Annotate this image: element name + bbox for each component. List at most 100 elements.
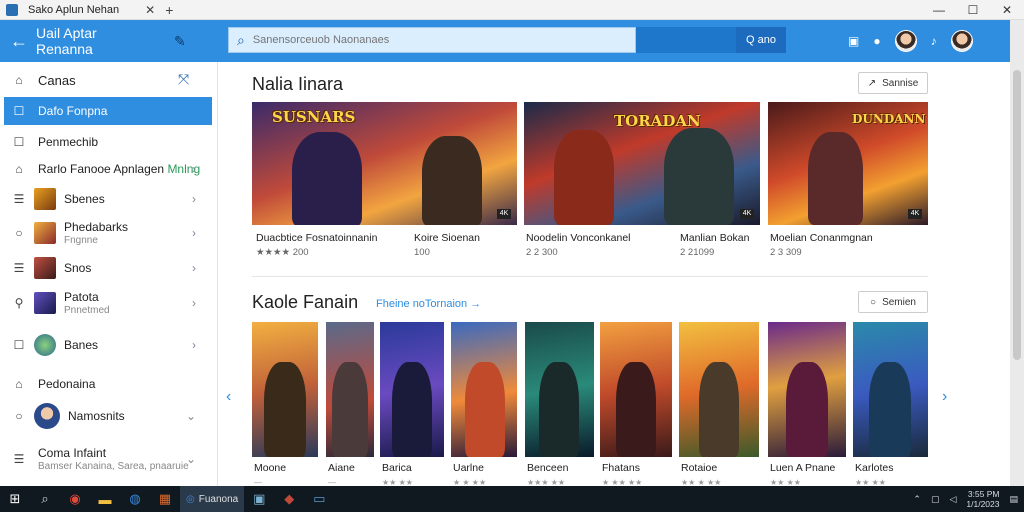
sidebar-item-patota[interactable]: ⚲ Patota Pnnetmed › — [4, 290, 212, 316]
featured-card[interactable]: SUSNARS 4K Duacbtice Fosnatoinnanin ★★★★… — [252, 102, 517, 262]
game-poster — [380, 322, 444, 457]
game-card[interactable]: Karlotes ★★ ★★ — [853, 322, 928, 487]
chat-icon: ○ — [15, 409, 23, 423]
chevron-right-icon: › — [192, 192, 196, 206]
game-poster — [679, 322, 759, 457]
page-scrollbar[interactable] — [1010, 20, 1024, 486]
start-menu-icon[interactable]: ⊞ — [0, 491, 30, 507]
search-bar[interactable]: ⌕ — [228, 27, 636, 53]
notification-icon[interactable]: ● — [873, 34, 880, 48]
search-button[interactable]: Q ano — [736, 27, 786, 53]
game-card[interactable]: Uarlne ★ ★ ★★ — [451, 322, 517, 487]
sidebar-item-sbenes[interactable]: ☰ Sbenes › — [4, 187, 212, 211]
game-card[interactable]: Rotaioe ★★ ★ ★★ — [679, 322, 759, 487]
hero-figure — [786, 362, 828, 457]
game-title: Karlotes — [855, 462, 894, 474]
game-thumbnail — [34, 257, 56, 279]
game-thumbnail — [34, 334, 56, 356]
sidebar-item-featured[interactable]: ☐ Dafo Fonpna — [4, 97, 212, 125]
featured-see-all-button[interactable]: ↗ Sannise — [858, 72, 928, 94]
minimize-button[interactable]: — — [922, 0, 956, 20]
back-arrow-icon[interactable]: ← — [10, 31, 28, 52]
sidebar-item-penmechib[interactable]: ☐ Penmechib — [4, 132, 212, 152]
hero-figure — [699, 362, 739, 457]
search-icon: ⌕ — [237, 31, 245, 48]
carousel-prev-icon[interactable]: ‹ — [226, 388, 231, 406]
user-avatar[interactable] — [950, 30, 973, 52]
game-thumbnail — [34, 188, 56, 210]
bell-icon[interactable]: ♪ — [931, 34, 937, 48]
game-title: Moelian Conanmgnan — [770, 232, 873, 244]
friend-avatar[interactable] — [894, 30, 917, 52]
hero-figure — [664, 128, 734, 225]
filter-link[interactable]: Fheine noTornaion → — [376, 298, 481, 310]
sidebar-item-snos[interactable]: ☰ Snos › — [4, 256, 212, 280]
search-input[interactable] — [252, 34, 613, 46]
hero-figure — [539, 362, 579, 457]
taskbar: ⊞ ⌕ ◉ ▬ ◍ ▦ ◎ Fuanona ▣ ◆ ▭ ⌃ ▢ ◁ 3:55 P… — [0, 486, 1024, 512]
chat-tray-icon[interactable]: ▢ — [931, 494, 940, 505]
game-title: Koire Sioenan — [414, 232, 480, 244]
store-icon[interactable]: ▦ — [150, 491, 180, 507]
sidebar-item-pedonaina[interactable]: ⌂ Pedonaina — [4, 374, 212, 394]
game-rating: 2 2 300 — [526, 247, 558, 258]
sidebar-item-phedabarks[interactable]: ○ Phedabarks Fngnne › — [4, 220, 212, 246]
featured-card[interactable]: DUNDANN 4K Moelian Conanmgnan 2 3 309 — [768, 102, 928, 262]
sidebar-item-coma-infaint[interactable]: ☰ Coma Infaint Bamser Kanaina, Sarea, pna… — [4, 444, 212, 474]
taskbar-active-app[interactable]: ◎ Fuanona — [180, 486, 245, 512]
gamepad-icon[interactable]: ▣ — [848, 34, 859, 48]
carousel-next-icon[interactable]: › — [942, 388, 947, 406]
browser-icon[interactable]: ◉ — [60, 491, 90, 507]
square-icon: ☐ — [13, 104, 25, 118]
hero-figure — [808, 132, 863, 225]
hero-figure — [465, 362, 505, 457]
game-poster — [600, 322, 672, 457]
media-icon[interactable]: ◆ — [274, 491, 304, 507]
sidebar-item-label: Namosnits — [68, 409, 125, 423]
window-titlebar: Sako Aplun Nehan ✕ + — ☐ ✕ — [0, 0, 1024, 20]
sidebar-item-namosnits[interactable]: ○ Namosnits ⌄ — [4, 402, 212, 430]
game-card[interactable]: Aiane — — [326, 322, 374, 487]
sidebar-item-banes[interactable]: ☐ Banes › — [4, 333, 212, 357]
edge-icon[interactable]: ◍ — [120, 491, 150, 507]
folder-icon[interactable]: ▬ — [90, 492, 120, 507]
game-rating: 2 3 309 — [770, 247, 802, 258]
window-icon[interactable]: ▭ — [304, 491, 334, 507]
collapse-sidebar-icon[interactable]: ⤧ — [178, 71, 189, 88]
notification-center-icon[interactable]: ▤ — [1009, 494, 1018, 505]
game-title: Noodelin Vonconkanel — [526, 232, 631, 244]
game-card[interactable]: Barica ★★ ★★ — [380, 322, 444, 487]
maximize-button[interactable]: ☐ — [956, 0, 990, 20]
volume-icon[interactable]: ◁ — [949, 494, 956, 505]
search-bar-extension[interactable] — [636, 27, 736, 53]
game-thumbnail — [34, 292, 56, 314]
game-title: Luen A Pnane — [770, 462, 836, 474]
game-card[interactable]: Moone — — [252, 322, 318, 487]
close-window-button[interactable]: ✕ — [990, 0, 1024, 20]
sidebar-item-label: Snos — [64, 261, 92, 275]
new-tab-icon[interactable]: + — [165, 2, 173, 18]
game-logo: DUNDANN — [852, 112, 926, 126]
game-logo: TORADAN — [614, 112, 701, 130]
search-icon[interactable]: ⌕ — [30, 491, 60, 507]
checkbox-icon: ☐ — [13, 338, 25, 352]
photos-icon[interactable]: ▣ — [244, 491, 274, 507]
chevron-right-icon: › — [192, 338, 196, 352]
clock[interactable]: 3:55 PM 1/1/2023 — [966, 489, 999, 509]
tray-expand-icon[interactable]: ⌃ — [913, 494, 921, 505]
game-title: Uarlne — [453, 462, 484, 474]
main-content: Nalia Iinara ↗ Sannise SUSNARS 4K Duacbti… — [218, 62, 1010, 487]
sidebar-item-rarlo[interactable]: ⌂ Rarlo Fanooe Apnlagen Mnlng › — [4, 159, 212, 179]
recommended-see-all-button[interactable]: ○ Semien — [858, 291, 928, 313]
scrollbar-thumb[interactable] — [1013, 70, 1021, 360]
game-card[interactable]: Luen A Pnane ★★ ★★ — [768, 322, 846, 487]
game-card[interactable]: Fhatans ★ ★★ ★★ — [600, 322, 672, 487]
pin-icon[interactable]: ✎ — [174, 33, 186, 50]
refresh-icon: ○ — [870, 296, 877, 308]
close-tab-icon[interactable]: ✕ — [145, 3, 155, 17]
sidebar: ⌂ Canas ⤧ ☐ Dafo Fonpna ☐ Penmechib ⌂ Ra… — [0, 62, 218, 486]
age-rating-badge: 4K — [908, 209, 922, 219]
featured-card[interactable]: TORADAN 4K Noodelin Vonconkanel 2 2 300 … — [524, 102, 760, 262]
list-icon: ☰ — [13, 452, 25, 466]
game-card[interactable]: Benceen ★★★ ★★ — [525, 322, 594, 487]
